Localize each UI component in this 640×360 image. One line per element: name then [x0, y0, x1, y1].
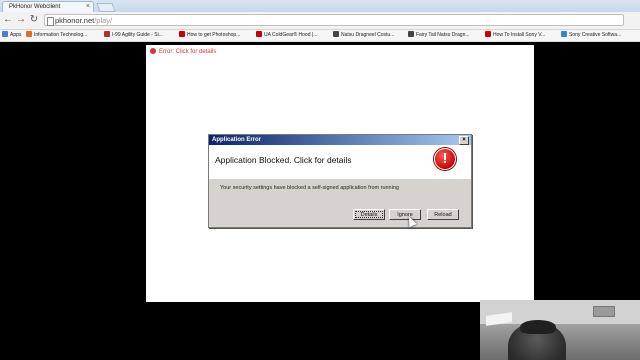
- browser-toolbar: ← → ↻ pkhonor.net/play/: [0, 12, 640, 30]
- bookmark-label: Information Technolog...: [34, 32, 88, 38]
- dialog-heading[interactable]: Application Blocked. Click for details: [215, 155, 352, 165]
- webcam-hair: [520, 320, 556, 334]
- bookmark-item[interactable]: Natsu Dragneel Costu...: [333, 31, 394, 40]
- url-host: pkhonor.net: [55, 16, 95, 25]
- browser-tabbar: PkHonor Webclient ×: [0, 0, 640, 12]
- apps-grid-icon: [2, 31, 8, 37]
- tab-title: PkHonor Webclient: [9, 4, 61, 10]
- bookmark-site-icon: [104, 31, 110, 37]
- dialog-message: Your security settings have blocked a se…: [220, 185, 399, 191]
- bookmark-item[interactable]: Information Technolog...: [26, 31, 87, 40]
- reload-icon[interactable]: ↻: [28, 14, 40, 26]
- bookmark-site-icon: [333, 31, 339, 37]
- bookmark-item[interactable]: Fairy Tail Natsu Dragn...: [408, 31, 470, 40]
- bookmark-label: Apps: [10, 32, 22, 38]
- bookmark-item[interactable]: I-99 Agility Guide - Si...: [104, 31, 163, 40]
- youtube-icon: [485, 31, 491, 37]
- error-exclamation-icon: !: [434, 148, 456, 170]
- bookmark-item[interactable]: UA ColdGear® Hood |...: [256, 31, 317, 40]
- error-icon: [150, 48, 156, 54]
- dialog-header: Application Blocked. Click for details !: [209, 145, 471, 179]
- bookmark-label: UA ColdGear® Hood |...: [264, 32, 318, 38]
- bookmark-site-icon: [26, 31, 32, 37]
- bookmark-label: How to get Photoshop...: [187, 32, 241, 38]
- youtube-icon: [179, 31, 185, 37]
- bookmarks-bar: Apps Information Technolog... I-99 Agili…: [0, 30, 640, 42]
- back-arrow-icon[interactable]: ←: [2, 14, 14, 26]
- close-icon[interactable]: ×: [459, 136, 469, 145]
- dialog-titlebar[interactable]: Application Error ×: [209, 135, 471, 145]
- bookmark-item[interactable]: How to get Photoshop...: [179, 31, 240, 40]
- bookmark-item[interactable]: How To Install Sony V...: [485, 31, 545, 40]
- error-notice-text: Error: Click for details: [159, 49, 217, 55]
- bookmark-label: How To Install Sony V...: [493, 32, 546, 38]
- tab-close-icon[interactable]: ×: [86, 2, 90, 12]
- details-button[interactable]: Details: [353, 209, 385, 220]
- webcam-vent: [593, 306, 615, 317]
- url-path: /play/: [94, 16, 113, 25]
- error-notice[interactable]: Error: Click for details: [150, 48, 216, 56]
- address-bar[interactable]: pkhonor.net/play/: [44, 14, 624, 26]
- bookmark-site-icon: [561, 31, 567, 37]
- browser-tab[interactable]: PkHonor Webclient ×: [2, 1, 94, 12]
- bookmark-label: Fairy Tail Natsu Dragn...: [416, 32, 470, 38]
- bookmark-label: I-99 Agility Guide - Si...: [112, 32, 163, 38]
- bookmark-label: Sony Creative Softwa...: [569, 32, 622, 38]
- page-icon: [47, 17, 54, 26]
- webcam-overlay: [480, 300, 640, 360]
- reload-button[interactable]: Reload: [427, 209, 459, 220]
- bookmark-site-icon: [408, 31, 414, 37]
- bookmark-item[interactable]: Sony Creative Softwa...: [561, 31, 621, 40]
- application-error-dialog: Application Error × Application Blocked.…: [208, 134, 472, 228]
- bookmark-apps[interactable]: Apps: [2, 31, 21, 40]
- bookmark-label: Natsu Dragneel Costu...: [341, 32, 395, 38]
- forward-arrow-icon[interactable]: →: [15, 14, 27, 26]
- dialog-title: Application Error: [212, 137, 262, 143]
- new-tab-button[interactable]: [96, 3, 116, 12]
- bookmark-site-icon: [256, 31, 262, 37]
